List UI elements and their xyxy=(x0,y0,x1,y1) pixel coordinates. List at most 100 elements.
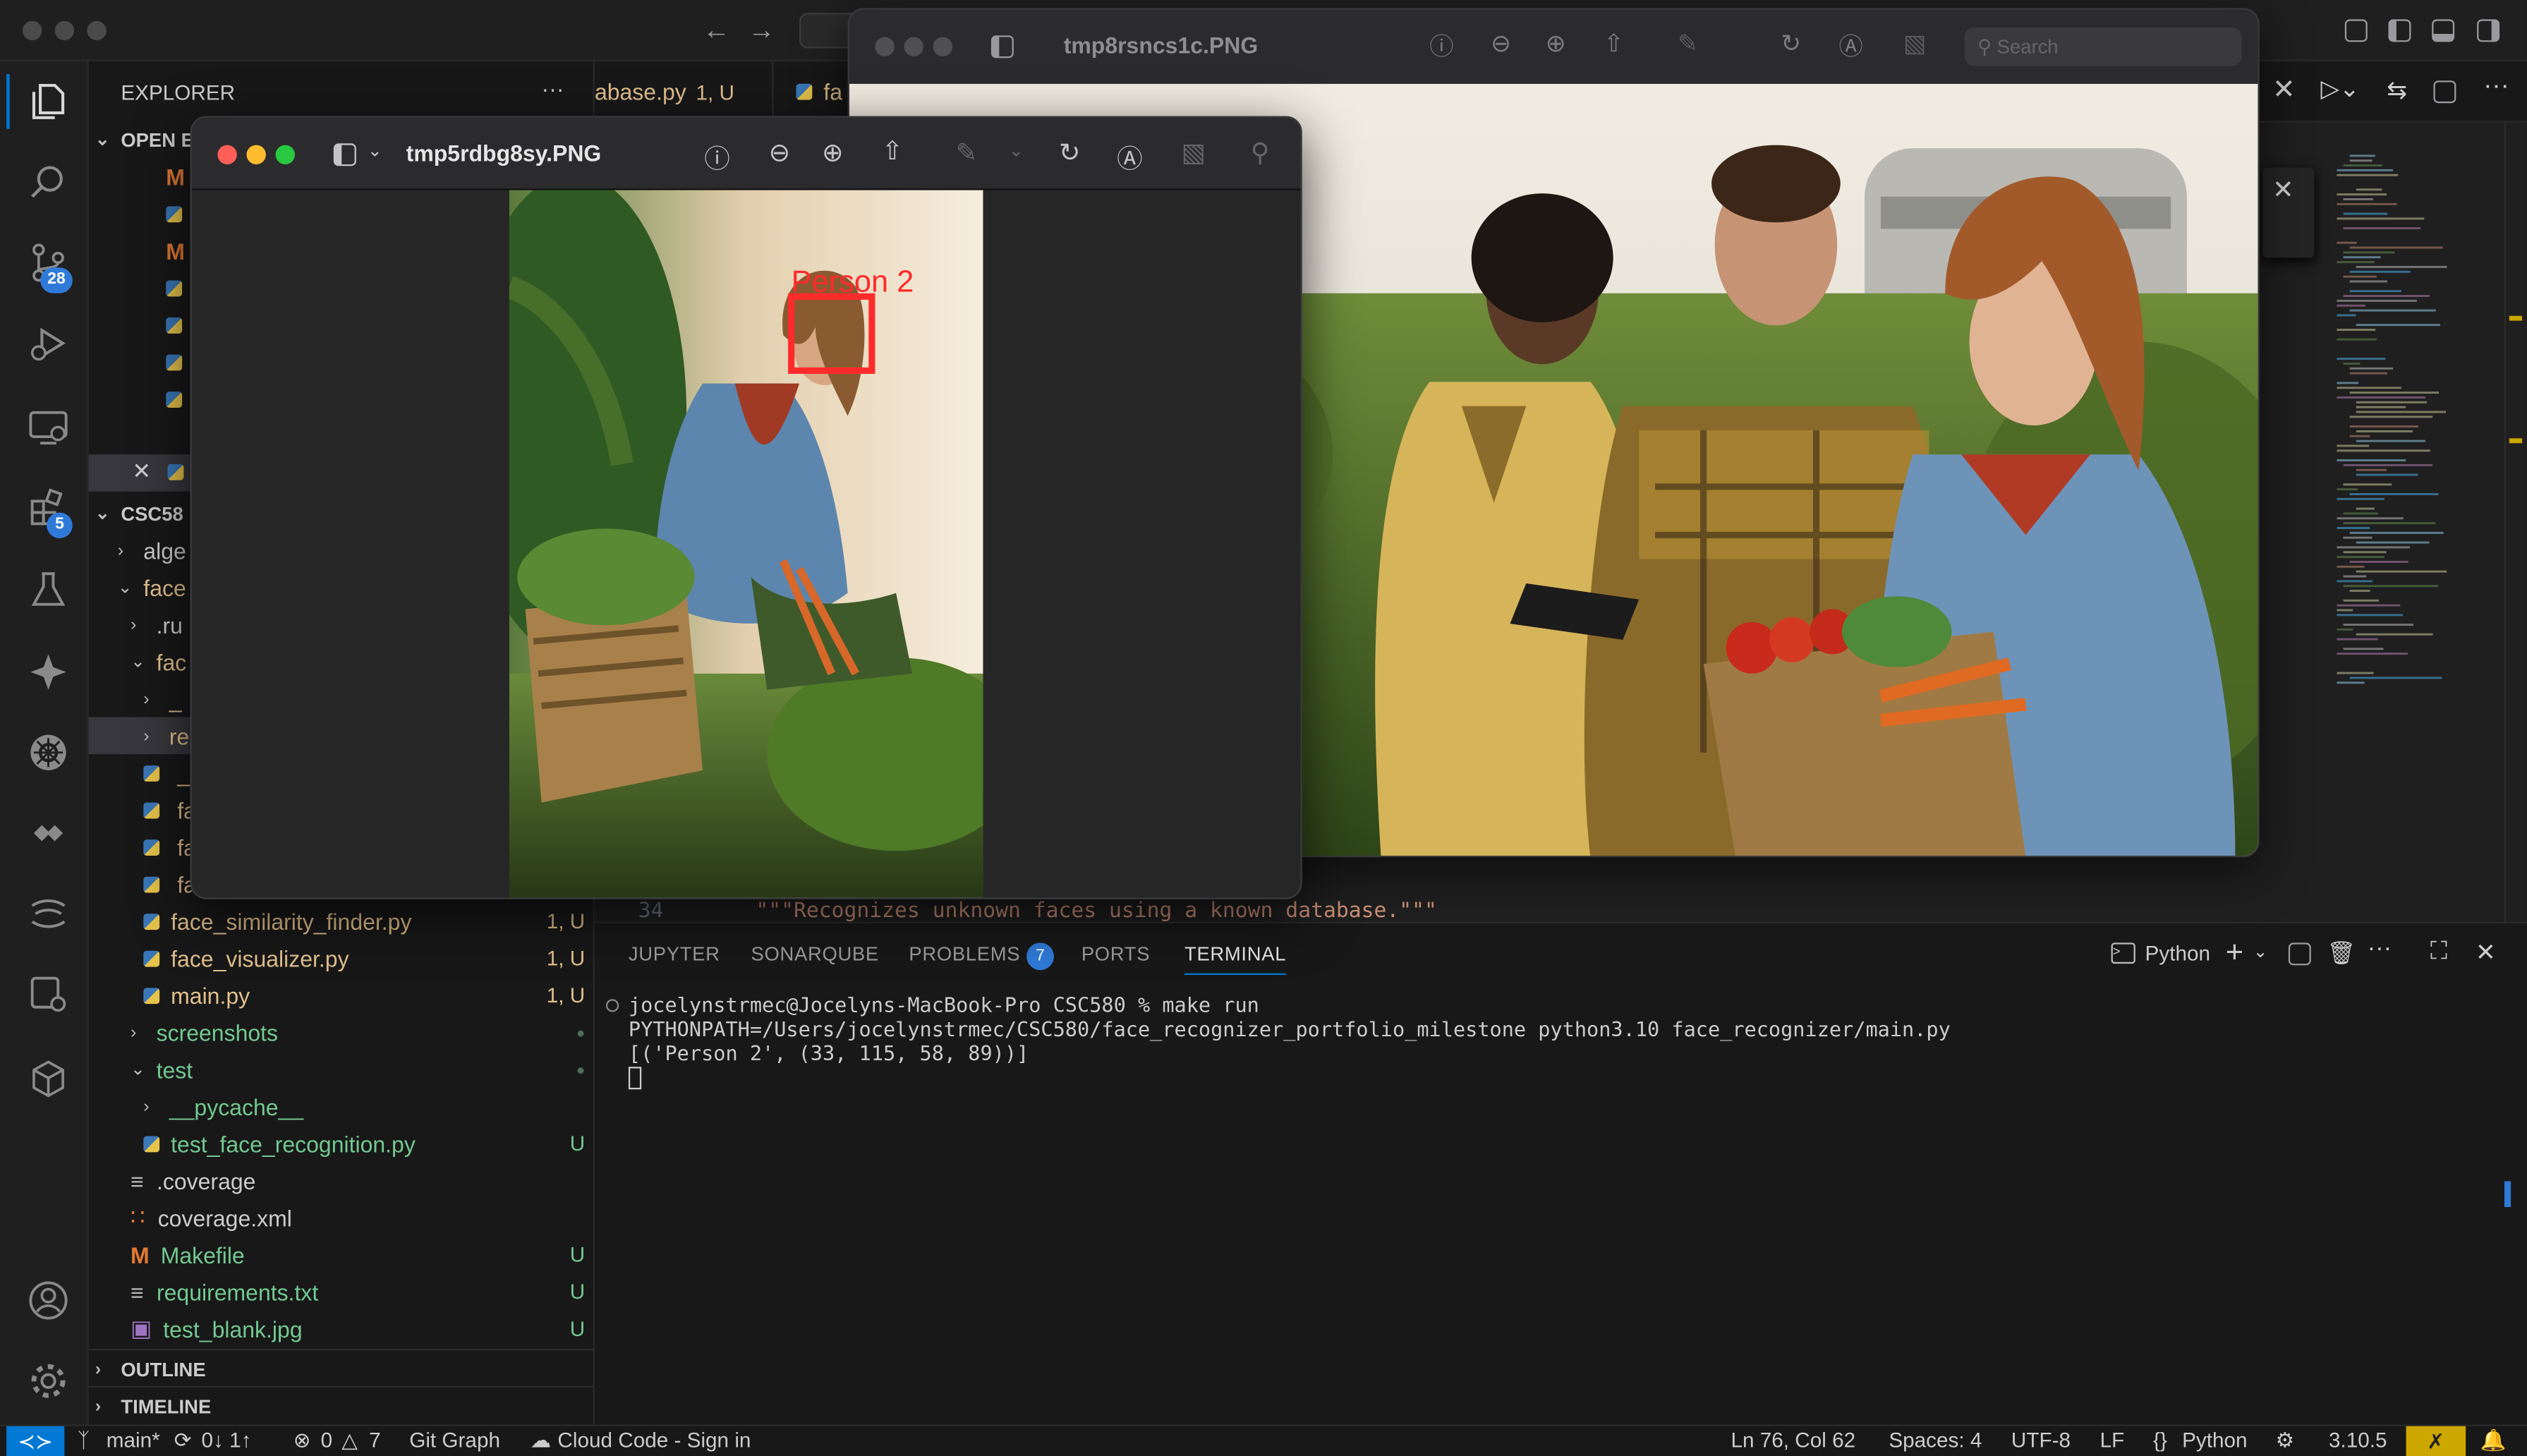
file-item[interactable]: ≡ .coverage xyxy=(131,1162,585,1199)
file-item[interactable]: ⌄ test ● xyxy=(131,1050,585,1088)
no-bell-status[interactable]: ✗ xyxy=(2406,1426,2466,1456)
open-editor-item[interactable]: M xyxy=(166,232,185,269)
file-item[interactable]: ∷ coverage.xml xyxy=(131,1199,585,1237)
search-field[interactable]: ⚲ Search xyxy=(1964,27,2242,66)
panel-more-icon[interactable]: ··· xyxy=(2368,935,2392,962)
zoom-out-icon[interactable]: ⊖ xyxy=(769,137,791,169)
timeline-section[interactable]: › TIMELINE xyxy=(95,1388,211,1425)
copilot-status-icon[interactable]: ⚙ xyxy=(2276,1428,2295,1454)
search-icon[interactable]: ⚲ xyxy=(1251,137,1270,169)
sidebar-toggle-icon[interactable] xyxy=(990,35,1014,59)
settings-sync-icon[interactable] xyxy=(28,973,69,1015)
zoom-in-icon[interactable]: ⊕ xyxy=(1546,29,1566,58)
rotate-icon[interactable]: ↻ xyxy=(1781,29,1801,58)
toggle-panel-icon[interactable] xyxy=(2432,19,2455,42)
remote-explorer-icon[interactable] xyxy=(28,406,69,448)
minimize-window-button[interactable] xyxy=(54,20,75,41)
notifications-bell-icon[interactable]: 🔔 xyxy=(2480,1428,2507,1454)
close-window-button[interactable] xyxy=(875,37,895,56)
terminal-output[interactable]: jocelynstrmec@Jocelyns-MacBook-Pro CSC58… xyxy=(595,988,2527,1426)
testing-flask-icon[interactable] xyxy=(28,569,69,610)
file-item[interactable]: › __pycache__ xyxy=(143,1088,585,1125)
file-item[interactable]: test_face_recognition.py U xyxy=(143,1125,585,1163)
open-editor-item[interactable] xyxy=(166,306,193,344)
panel-tab[interactable]: TERMINAL xyxy=(1184,942,1287,976)
split-editor-icon[interactable] xyxy=(2433,80,2456,104)
manage-gear-icon[interactable] xyxy=(28,1360,69,1402)
share-icon[interactable]: ⇧ xyxy=(1604,29,1624,58)
minimize-window-button[interactable] xyxy=(904,37,923,56)
search-icon[interactable] xyxy=(28,161,69,202)
zoom-window-button[interactable] xyxy=(933,37,953,56)
sync-status[interactable]: 0↓ 1↑ xyxy=(202,1428,252,1452)
editor-tab[interactable]: abase.py 1, U xyxy=(595,61,769,123)
file-item[interactable]: ▣ test_blank.jpg U xyxy=(131,1310,585,1347)
markup-icon[interactable]: Ⓐ xyxy=(1839,29,1863,63)
python-version[interactable]: 3.10.5 xyxy=(2329,1428,2387,1452)
zoom-window-button[interactable] xyxy=(87,20,107,41)
editor-tab[interactable]: fa xyxy=(772,61,852,123)
kill-terminal-trash-icon[interactable]: 🗑 xyxy=(2327,940,2356,967)
panel-tab[interactable]: PROBLEMS 7 xyxy=(909,942,1055,971)
tree-item[interactable]: fa xyxy=(143,791,196,829)
file-item[interactable]: face_similarity_finder.py 1, U xyxy=(143,902,585,940)
new-terminal-icon[interactable]: + xyxy=(2226,936,2243,971)
info-icon[interactable]: ⓘ xyxy=(704,137,730,176)
forward-arrow-icon[interactable]: → xyxy=(748,15,775,47)
panel-tab[interactable]: SONARQUBE xyxy=(751,942,879,965)
explorer-more-button[interactable]: ··· xyxy=(542,75,564,102)
rotate-icon[interactable]: ↻ xyxy=(1059,137,1081,169)
sidebar-toggle-icon[interactable] xyxy=(333,143,356,166)
indentation[interactable]: Spaces: 4 xyxy=(1889,1428,1982,1452)
outline-section[interactable]: › OUTLINE xyxy=(95,1350,206,1388)
find-widget-close[interactable]: ✕ xyxy=(2262,167,2315,258)
tree-item[interactable]: fa xyxy=(143,866,196,903)
close-window-button[interactable] xyxy=(217,145,237,165)
minimize-window-button[interactable] xyxy=(246,145,266,165)
error-count[interactable]: 0 xyxy=(321,1428,333,1452)
cursor-position[interactable]: Ln 76, Col 62 xyxy=(1731,1428,1855,1452)
explorer-files-icon[interactable] xyxy=(28,80,69,122)
close-panel-icon[interactable]: ✕ xyxy=(2476,938,2496,967)
terminal-dropdown-icon[interactable]: ⌄ xyxy=(2253,941,2268,961)
form-fill-icon[interactable]: ▧ xyxy=(1903,29,1926,58)
remote-indicator[interactable]: ≺≻ xyxy=(6,1426,65,1456)
tree-item[interactable]: ⌄ face xyxy=(118,569,186,606)
layout-grid-icon[interactable] xyxy=(2344,19,2368,42)
tree-item[interactable]: › _ xyxy=(143,680,181,717)
markup-pen-icon[interactable]: ✎ xyxy=(1678,29,1698,58)
database-box-icon[interactable] xyxy=(28,1057,69,1099)
open-editor-item[interactable] xyxy=(166,380,193,418)
sonarlint-icon[interactable] xyxy=(28,893,69,935)
toggle-secondary-sidebar-icon[interactable] xyxy=(2477,19,2500,42)
open-editors-header[interactable]: ⌄ OPEN E xyxy=(95,121,194,158)
file-item[interactable]: M Makefile U xyxy=(131,1236,585,1273)
tree-item[interactable]: _ xyxy=(143,754,190,791)
tree-item[interactable]: › alge xyxy=(118,532,186,569)
panel-tab[interactable]: PORTS xyxy=(1081,942,1150,965)
form-fill-icon[interactable]: ▧ xyxy=(1181,137,1206,169)
sidebar-dropdown-icon[interactable]: ⌄ xyxy=(368,140,382,161)
cloud-code-icon[interactable] xyxy=(28,812,69,854)
zoom-window-button[interactable] xyxy=(275,145,296,165)
zoom-out-icon[interactable]: ⊖ xyxy=(1491,29,1511,58)
close-editor-button[interactable]: ✕ xyxy=(2272,74,2296,107)
close-window-button[interactable] xyxy=(22,20,42,41)
open-editor-item[interactable] xyxy=(166,269,193,306)
terminal-shell-selector[interactable]: > Python xyxy=(2111,941,2210,965)
editor-more-icon[interactable]: ··· xyxy=(2483,73,2509,102)
close-icon[interactable]: ✕ xyxy=(2272,174,2294,207)
file-item[interactable]: › screenshots ● xyxy=(131,1014,585,1051)
maximize-panel-icon[interactable]: ⛶ xyxy=(2430,938,2447,966)
info-icon[interactable]: ⓘ xyxy=(1429,29,1453,63)
tree-item[interactable]: ⌄ fac xyxy=(131,643,186,680)
tree-item[interactable]: › .ru xyxy=(131,606,183,643)
run-debug-icon[interactable] xyxy=(28,322,69,364)
share-icon[interactable]: ⇧ xyxy=(882,135,904,168)
workspace-folder-header[interactable]: ⌄ CSC58 xyxy=(95,495,183,532)
split-terminal-icon[interactable] xyxy=(2288,942,2311,966)
toggle-sidebar-icon[interactable] xyxy=(2388,19,2411,42)
cloud-code-button[interactable]: Cloud Code - Sign in xyxy=(557,1428,751,1452)
panel-tab[interactable]: JUPYTER xyxy=(629,942,720,965)
run-python-file-icon[interactable]: ▷⌄ xyxy=(2321,74,2360,103)
